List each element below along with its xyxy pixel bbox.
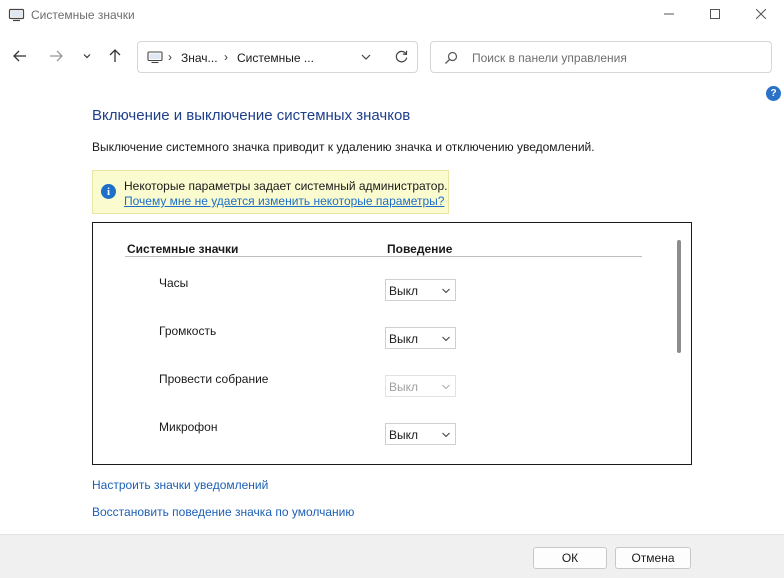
breadcrumb-separator: › [224, 50, 228, 64]
minimize-button[interactable] [646, 0, 692, 30]
info-message: Некоторые параметры задает системный адм… [124, 179, 448, 193]
row-name-volume: Громкость [159, 324, 217, 338]
row-name-clock: Часы [159, 276, 189, 290]
row-name-meet-now: Провести собрание [159, 372, 269, 386]
arrow-right-icon [49, 49, 63, 66]
arrow-up-icon [108, 48, 122, 66]
close-button[interactable] [738, 0, 784, 30]
recent-locations-button[interactable] [76, 46, 98, 68]
breadcrumb-item[interactable]: Знач... [181, 51, 218, 65]
system-icons-table: Системные значки Поведение Часы Выкл Гро… [92, 222, 692, 465]
chevron-down-icon [441, 333, 451, 347]
computer-monitor-icon [147, 51, 163, 67]
navigation-bar: › Знач... › Системные ... Поиск в панели… [0, 38, 784, 76]
info-icon: i [101, 184, 116, 199]
chevron-down-icon [82, 50, 92, 64]
refresh-icon[interactable] [394, 49, 409, 67]
behavior-select-clock[interactable]: Выкл [385, 279, 456, 301]
back-button[interactable] [9, 46, 31, 68]
page-title: Включение и выключение системных значков [92, 107, 411, 124]
behavior-select-microphone[interactable]: Выкл [385, 423, 456, 445]
chevron-down-icon[interactable] [360, 51, 372, 66]
help-button[interactable]: ? [766, 86, 781, 101]
info-help-link[interactable]: Почему мне не удается изменить некоторые… [124, 194, 444, 208]
header-divider [125, 256, 642, 257]
chevron-down-icon [441, 381, 451, 395]
computer-monitor-icon [8, 8, 25, 22]
maximize-button[interactable] [692, 0, 738, 30]
customize-notification-icons-link[interactable]: Настроить значки уведомлений [92, 478, 268, 492]
close-icon [755, 8, 767, 22]
minimize-icon [664, 8, 674, 22]
forward-button[interactable] [45, 46, 67, 68]
chevron-down-icon [441, 285, 451, 299]
column-header-system-icons: Системные значки [127, 242, 239, 256]
info-banner: i Некоторые параметры задает системный а… [92, 170, 449, 214]
cancel-button[interactable]: Отмена [615, 547, 691, 569]
address-bar[interactable]: › Знач... › Системные ... [137, 41, 418, 73]
ok-button[interactable]: ОК [533, 547, 607, 569]
select-value: Выкл [389, 332, 419, 346]
select-value: Выкл [389, 428, 419, 442]
control-panel-window: Системные значки › Знач... › Системные .… [0, 0, 784, 578]
row-name-microphone: Микрофон [159, 420, 218, 434]
restore-default-behavior-link[interactable]: Восстановить поведение значка по умолчан… [92, 505, 354, 519]
breadcrumb-item[interactable]: Системные ... [237, 51, 314, 65]
search-placeholder: Поиск в панели управления [472, 51, 627, 65]
breadcrumb-separator: › [168, 50, 172, 64]
title-bar[interactable]: Системные значки [0, 0, 784, 30]
select-value: Выкл [389, 284, 419, 298]
search-input[interactable]: Поиск в панели управления [430, 41, 772, 73]
dialog-footer: ОК Отмена [0, 534, 784, 578]
maximize-icon [710, 8, 720, 22]
column-header-behavior: Поведение [387, 242, 453, 256]
table-scrollbar[interactable] [677, 240, 681, 353]
behavior-select-volume[interactable]: Выкл [385, 327, 456, 349]
chevron-down-icon [441, 429, 451, 443]
arrow-left-icon [13, 49, 27, 66]
search-icon [444, 51, 458, 68]
behavior-select-meet-now: Выкл [385, 375, 456, 397]
select-value: Выкл [389, 380, 419, 394]
window-title: Системные значки [31, 8, 135, 22]
up-button[interactable] [104, 46, 126, 68]
page-description: Выключение системного значка приводит к … [92, 140, 595, 154]
